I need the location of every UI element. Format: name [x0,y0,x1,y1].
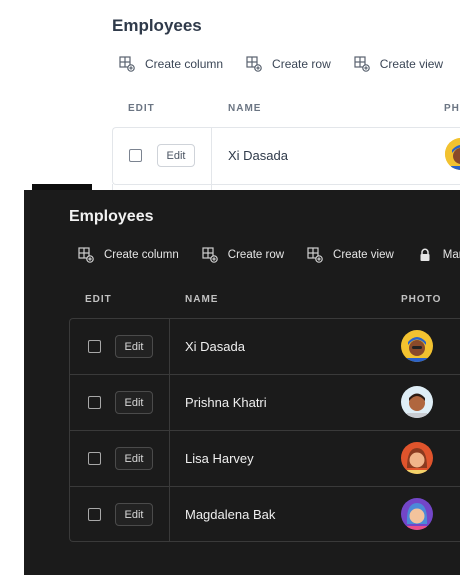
create-column-icon [118,55,136,73]
row-checkbox[interactable] [88,340,101,353]
employee-name: Xi Dasada [228,148,288,163]
column-header-name: NAME [228,103,262,114]
row-checkbox[interactable] [88,452,101,465]
table-row: Edit Lisa Harvey [70,431,460,487]
row-checkbox[interactable] [129,149,142,162]
create-column-label: Create column [104,249,179,261]
create-column-button[interactable]: Create column [77,246,179,264]
edit-button[interactable]: Edit [115,503,153,526]
edit-button[interactable]: Edit [115,335,153,358]
avatar [401,386,433,418]
toolbar: Create column Create row Create view [118,55,460,73]
column-divider [211,128,212,184]
column-header-edit: EDIT [85,294,112,305]
column-header-name: NAME [185,294,219,305]
page-title: Employees [112,16,202,35]
create-view-label: Create view [333,249,394,261]
create-column-icon [77,246,95,264]
column-header-edit: EDIT [128,103,155,114]
avatar [401,442,433,474]
lock-icon [416,246,434,264]
table-row: Edit Magdalena Bak [70,487,460,541]
column-divider [169,375,170,430]
create-view-button[interactable]: Create view [353,55,443,73]
table-row: Edit Xi Dasada [70,319,460,375]
create-row-label: Create row [227,249,285,261]
create-view-icon [353,55,371,73]
create-row-button[interactable]: Create row [201,246,284,264]
table-row: Edit Xi Dasada [112,127,460,185]
column-header-photo: PHOTO [401,294,442,305]
edit-button[interactable]: Edit [157,144,195,167]
employee-name: Xi Dasada [185,339,245,354]
page-title: Employees [69,208,154,225]
create-view-icon [306,246,324,264]
avatar [445,138,460,170]
employee-name: Magdalena Bak [185,507,276,522]
create-row-label: Create row [272,57,331,71]
create-row-button[interactable]: Create row [245,55,331,73]
employees-table: Edit Xi Dasada Edit Prishna Khatri Edit … [69,318,460,542]
column-divider [169,319,170,374]
employee-name: Lisa Harvey [185,451,254,466]
manage-label: Mar [442,249,460,261]
column-header-photo: PHO [444,103,460,114]
column-divider [169,487,170,541]
dark-employees-panel: Employees Create column Create row Creat… [24,190,460,575]
toolbar: Create column Create row Create view Mar [77,246,460,264]
create-row-icon [201,246,219,264]
edit-button[interactable]: Edit [115,391,153,414]
column-divider [169,431,170,486]
light-employees-panel: Employees Create column Create row Creat… [72,0,460,200]
avatar [401,330,433,362]
create-column-button[interactable]: Create column [118,55,223,73]
avatar [401,498,433,530]
edit-button[interactable]: Edit [115,447,153,470]
row-checkbox[interactable] [88,396,101,409]
create-row-icon [245,55,263,73]
manage-access-button[interactable]: Mar [416,246,460,264]
create-column-label: Create column [145,57,224,71]
table-row: Edit Prishna Khatri [70,375,460,431]
employee-name: Prishna Khatri [185,395,267,410]
row-checkbox[interactable] [88,508,101,521]
create-view-label: Create view [379,57,444,71]
create-view-button[interactable]: Create view [306,246,394,264]
